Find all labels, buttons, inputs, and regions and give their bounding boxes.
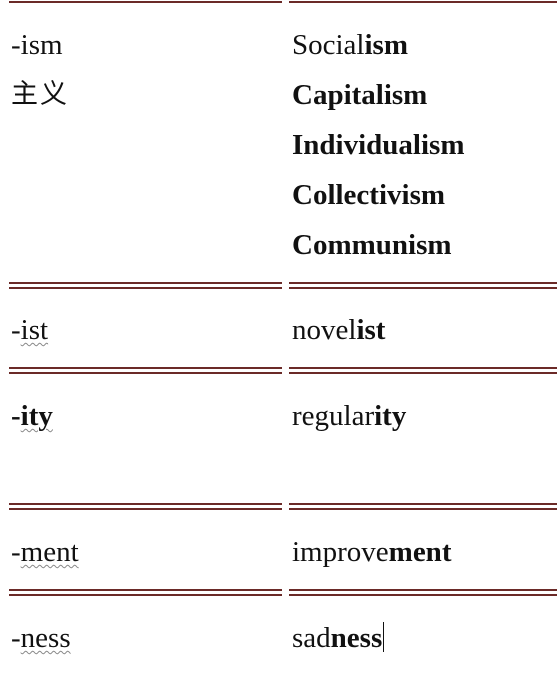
example-cell-ness[interactable]: sadness — [292, 613, 385, 663]
table-rule — [289, 589, 557, 596]
chinese-gloss: 主义 — [11, 79, 69, 110]
table-rule — [289, 282, 557, 289]
table-rule — [9, 282, 282, 289]
example-word: Collectivism — [292, 179, 446, 211]
suffix-cell-ist: -ist — [11, 314, 49, 346]
suffix-cell-ity: -ity — [11, 400, 53, 432]
suffix-cell-ment: -ment — [11, 536, 79, 568]
suffix-table: -ism 主义 Socialism Capitalism Individuali… — [0, 0, 557, 675]
table-rule — [9, 589, 282, 596]
table-rule — [289, 367, 557, 374]
suffix-stem: ment — [20, 536, 79, 568]
example-cell-ment: improvement — [292, 536, 452, 568]
example-word: Individualism — [292, 129, 465, 161]
example-word: Capitalism — [292, 79, 428, 111]
example-cell-ity: regularity — [292, 400, 407, 432]
suffix-label: -ism — [11, 29, 63, 61]
table-rule — [289, 503, 557, 510]
table-rule — [9, 1, 282, 4]
example-cell-ist: novelist — [292, 314, 386, 346]
suffix-stem: ist — [20, 314, 49, 346]
suffix-cell-ism: -ism 主义 — [11, 20, 69, 120]
table-rule — [9, 367, 282, 374]
example-cell-ism: Socialism Capitalism Individualism Colle… — [292, 20, 464, 270]
suffix-stem: ness — [20, 622, 71, 654]
example-word: Communism — [292, 229, 452, 261]
text-cursor — [383, 622, 385, 652]
suffix-cell-ness: -ness — [11, 622, 71, 654]
table-rule — [9, 503, 282, 510]
example-word: Socialism — [292, 29, 408, 61]
table-rule — [289, 1, 557, 4]
suffix-stem: ity — [20, 400, 53, 432]
